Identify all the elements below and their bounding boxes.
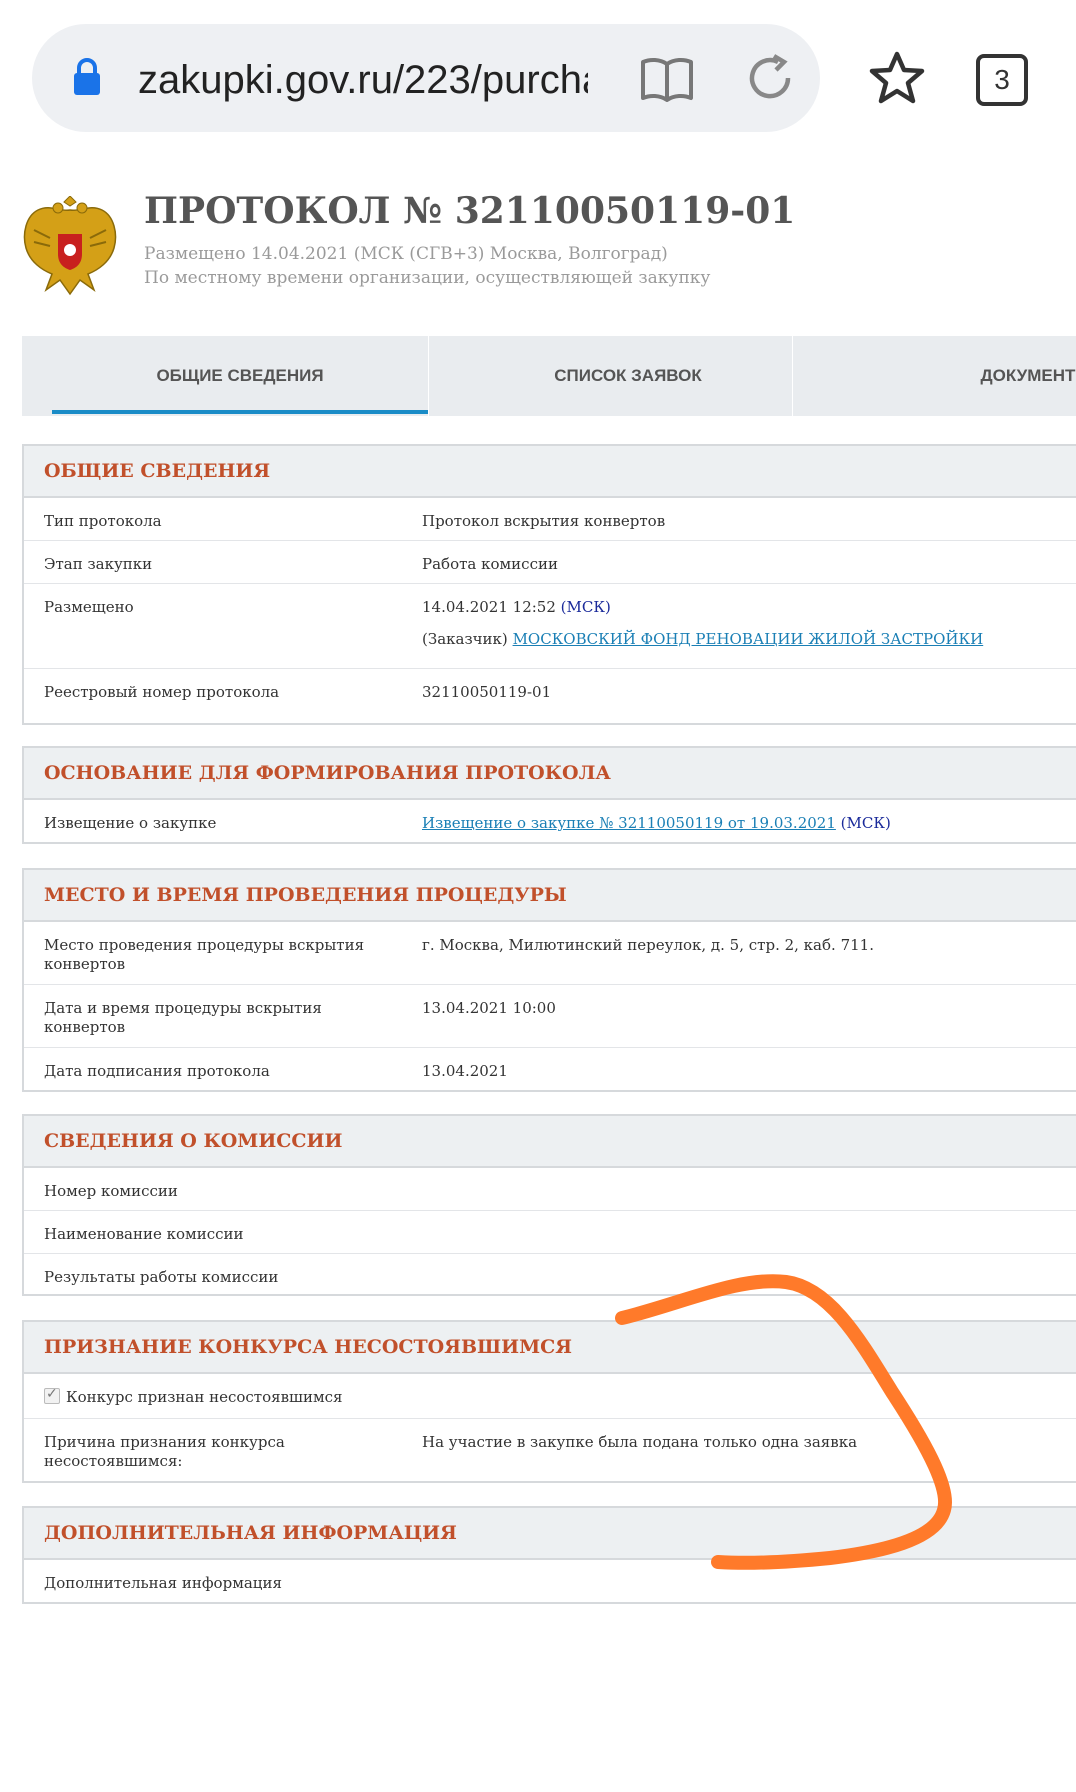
- annotation-stroke: [615, 1274, 952, 1570]
